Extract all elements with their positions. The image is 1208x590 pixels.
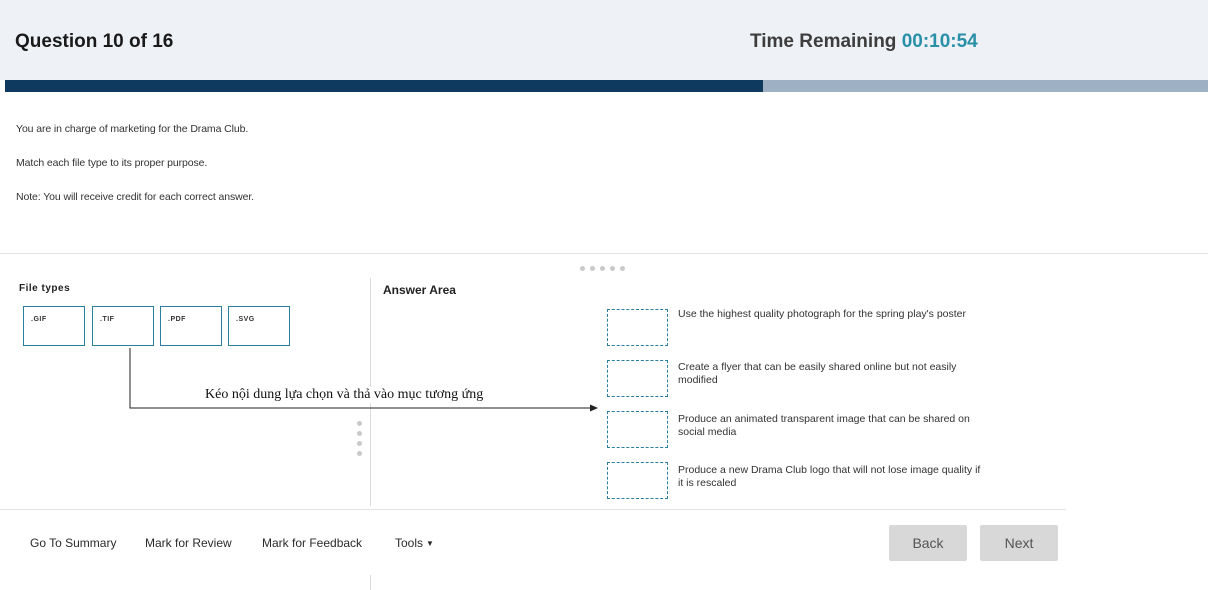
- horizontal-splitter: [0, 253, 1208, 254]
- time-remaining: Time Remaining 00:10:54: [750, 31, 978, 53]
- source-area-label: File types: [19, 283, 71, 294]
- drop-target[interactable]: [607, 360, 668, 397]
- file-type-chip[interactable]: .TIF: [92, 306, 154, 346]
- mark-for-feedback-link[interactable]: Mark for Feedback: [262, 536, 362, 550]
- footer-divider: [0, 509, 1066, 510]
- purpose-text: Produce a new Drama Club logo that will …: [678, 464, 981, 489]
- drop-target[interactable]: [607, 462, 668, 499]
- time-remaining-value: 00:10:54: [901, 31, 978, 52]
- vertical-splitter: [370, 575, 371, 590]
- horizontal-resize-handle[interactable]: [580, 266, 625, 271]
- file-type-chip[interactable]: .SVG: [228, 306, 290, 346]
- vertical-resize-handle[interactable]: [357, 421, 362, 456]
- drop-target[interactable]: [607, 309, 668, 346]
- file-type-chip[interactable]: .PDF: [160, 306, 222, 346]
- instruction-line: Note: You will receive credit for each c…: [16, 191, 254, 203]
- file-type-chip-label: .SVG: [236, 316, 255, 323]
- progress-fill: [5, 80, 763, 92]
- question-header: Question 10 of 16 Time Remaining 00:10:5…: [0, 0, 1208, 80]
- purpose-text: Use the highest quality photograph for t…: [678, 308, 967, 320]
- file-type-chip[interactable]: .GIF: [23, 306, 85, 346]
- mark-for-review-link[interactable]: Mark for Review: [145, 536, 232, 550]
- question-counter: Question 10 of 16: [15, 31, 174, 52]
- drag-hint-annotation: Kéo nội dung lựa chọn và thả vào mục tươ…: [204, 387, 485, 403]
- file-type-chip-label: .TIF: [100, 316, 115, 323]
- next-button[interactable]: Next: [980, 525, 1058, 561]
- file-type-chip-label: .PDF: [168, 316, 186, 323]
- drop-target[interactable]: [607, 411, 668, 448]
- purpose-text: Create a flyer that can be easily shared…: [678, 361, 957, 386]
- tools-label: Tools: [395, 536, 424, 550]
- go-to-summary-link[interactable]: Go To Summary: [30, 536, 116, 550]
- instruction-line: Match each file type to its proper purpo…: [16, 157, 208, 169]
- caret-down-icon: ▼: [426, 539, 434, 548]
- purpose-text: Produce an animated transparent image th…: [678, 413, 970, 438]
- tools-menu[interactable]: Tools ▼: [395, 536, 434, 550]
- answer-area-title: Answer Area: [383, 283, 456, 297]
- instruction-line: You are in charge of marketing for the D…: [16, 123, 249, 135]
- progress-bar: [5, 80, 1208, 92]
- back-button[interactable]: Back: [889, 525, 967, 561]
- file-type-chip-label: .GIF: [31, 316, 47, 323]
- time-remaining-label: Time Remaining: [750, 31, 897, 52]
